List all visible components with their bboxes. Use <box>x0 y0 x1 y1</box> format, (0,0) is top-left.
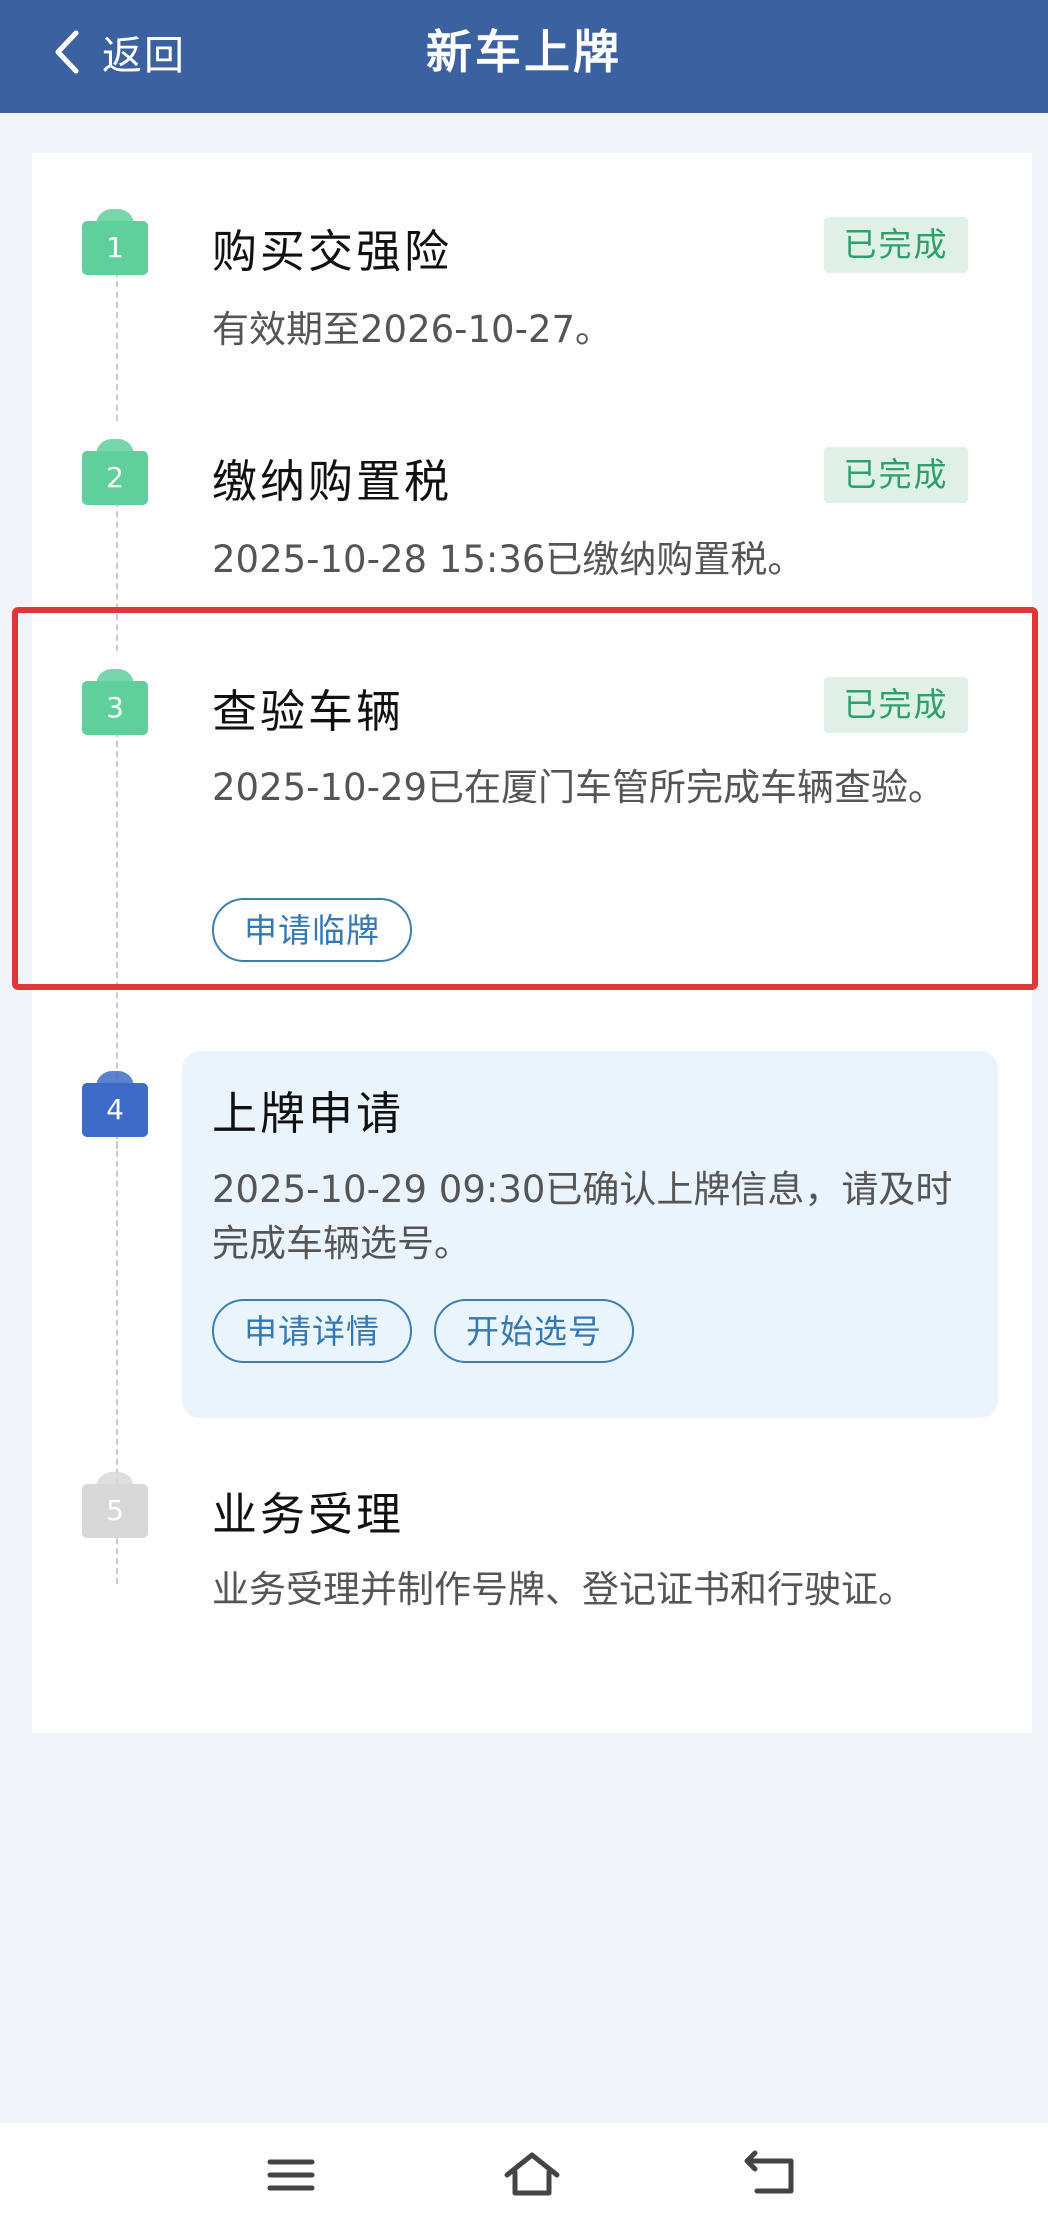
system-nav-bar <box>0 2123 1048 2223</box>
home-icon <box>504 2152 560 2196</box>
status-badge: 已完成 <box>824 217 968 273</box>
timeline-connector <box>116 271 118 421</box>
step-description: 2025-10-29 09:30已确认上牌信息，请及时完成车辆选号。 <box>212 1168 953 1265</box>
step-number-badge: 1 <box>82 209 148 275</box>
step-number-badge: 4 <box>82 1071 148 1137</box>
menu-button[interactable] <box>256 2145 326 2205</box>
menu-icon <box>267 2159 315 2191</box>
top-bar: 返回 新车上牌 <box>0 0 1048 113</box>
step-number-badge: 2 <box>82 439 148 505</box>
home-button[interactable] <box>497 2145 567 2205</box>
step-title: 缴纳购置税 <box>212 455 453 508</box>
start-plate-selection-button[interactable]: 开始选号 <box>434 1299 634 1363</box>
back-icon <box>744 2150 794 2194</box>
highlight-box <box>12 607 1038 990</box>
step-title: 业务受理 <box>212 1488 405 1541</box>
step-description: 2025-10-28 15:36已缴纳购置税。 <box>212 538 805 581</box>
system-back-button[interactable] <box>737 2145 807 2205</box>
page-title: 新车上牌 <box>426 25 622 79</box>
step-description: 有效期至2026-10-27。 <box>212 308 613 351</box>
step-title: 上牌申请 <box>212 1087 405 1140</box>
step-number-badge: 5 <box>82 1472 148 1538</box>
status-badge: 已完成 <box>824 447 968 503</box>
application-details-button[interactable]: 申请详情 <box>212 1299 412 1363</box>
step-title: 购买交强险 <box>212 225 453 278</box>
step-description: 业务受理并制作号牌、登记证书和行驶证。 <box>212 1568 915 1611</box>
